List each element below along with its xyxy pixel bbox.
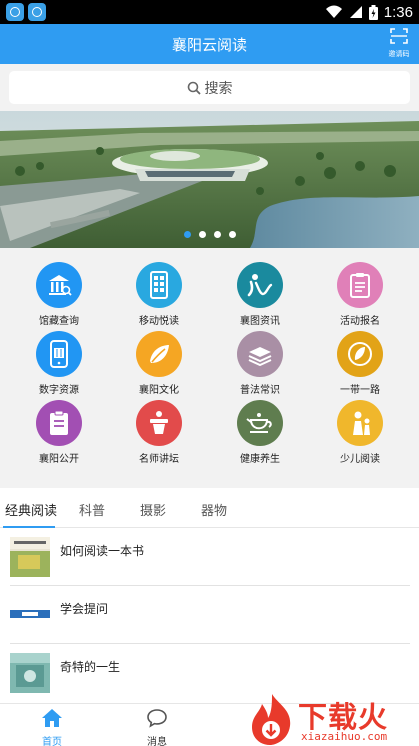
grid-item-legal-knowledge[interactable]: 普法常识 — [210, 331, 310, 396]
scan-label: 邀请码 — [388, 50, 410, 58]
tab-photography[interactable]: 摄影 — [140, 500, 166, 519]
culture-leaf-icon — [136, 331, 182, 377]
list-item[interactable]: 学会提问 — [0, 586, 419, 644]
app-bar: 襄阳云阅读 邀请码 — [0, 24, 419, 64]
grid-item-label: 移动悦读 — [139, 316, 179, 327]
category-tabs: 经典阅读 科普 摄影 器物 — [0, 488, 419, 528]
scan-icon — [390, 28, 408, 44]
list-item-title: 如何阅读一本书 — [60, 544, 145, 558]
function-grid: 馆藏查询 移动悦读 襄图资讯 活动报名 数字资源 襄阳文化 普法常识 一带一路 … — [0, 248, 419, 478]
clipboard-icon — [337, 262, 383, 308]
signal-icon — [349, 6, 362, 18]
battery-icon — [368, 4, 378, 20]
watermark-url: xiazaihuo.com — [301, 730, 388, 743]
book-cover — [10, 653, 50, 693]
nav-home[interactable]: 首页 — [22, 708, 82, 746]
grid-item-xiangyang-culture[interactable]: 襄阳文化 — [109, 331, 209, 396]
grid-item-mobile-reading[interactable]: 移动悦读 — [109, 262, 209, 327]
mobile-reader-icon — [136, 262, 182, 308]
carousel-dot[interactable] — [213, 231, 221, 238]
search-icon — [187, 81, 201, 95]
carousel-dots — [0, 231, 419, 238]
phone-resource-icon — [36, 331, 82, 377]
nav-label: 首页 — [42, 737, 62, 746]
grid-item-collection-search[interactable]: 馆藏查询 — [9, 262, 109, 327]
tab-classic-reading[interactable]: 经典阅读 — [5, 500, 57, 519]
book-stack-icon — [237, 331, 283, 377]
grid-item-belt-and-road[interactable]: 一带一路 — [310, 331, 410, 396]
grid-item-label: 襄阳文化 — [139, 385, 179, 396]
search-placeholder: 搜索 — [204, 80, 233, 97]
grid-item-label: 名师讲坛 — [139, 454, 179, 465]
search-bar: 搜索 — [0, 64, 419, 111]
grid-item-label: 一带一路 — [340, 385, 380, 396]
flame-logo-icon — [252, 694, 291, 745]
scan-button[interactable]: 邀请码 — [387, 28, 411, 59]
notification-app-icon-2 — [28, 3, 46, 21]
teapot-icon — [237, 400, 283, 446]
carousel-dot[interactable] — [198, 231, 206, 238]
grid-item-children-reading[interactable]: 少儿阅读 — [310, 400, 410, 465]
home-icon — [42, 709, 62, 727]
status-time: 1:36 — [383, 3, 413, 21]
grid-item-library-news[interactable]: 襄图资讯 — [210, 262, 310, 327]
list-item[interactable]: 如何阅读一本书 — [0, 528, 419, 586]
grid-item-label: 馆藏查询 — [39, 316, 79, 327]
grid-item-label: 数字资源 — [39, 385, 79, 396]
status-bar: 1:36 — [0, 0, 419, 24]
list-item-title: 奇特的一生 — [60, 660, 121, 674]
book-list: 如何阅读一本书 学会提问 奇特的一生 — [0, 528, 419, 703]
grid-item-label: 少儿阅读 — [340, 454, 380, 465]
library-building-icon — [36, 262, 82, 308]
grid-item-label: 活动报名 — [340, 316, 380, 327]
tab-artifacts[interactable]: 器物 — [201, 500, 227, 519]
tab-popular-science[interactable]: 科普 — [79, 500, 105, 519]
carousel-dot[interactable] — [228, 231, 236, 238]
list-item-title: 学会提问 — [60, 602, 109, 616]
notification-app-icon — [6, 3, 24, 21]
watermark-logo: 下载火 xiazaihuo.com — [248, 692, 419, 746]
book-cover — [10, 595, 50, 635]
grid-item-event-signup[interactable]: 活动报名 — [310, 262, 410, 327]
children-icon — [337, 400, 383, 446]
grid-item-label: 健康养生 — [240, 454, 280, 465]
grid-item-digital-resources[interactable]: 数字资源 — [9, 331, 109, 396]
book-cover — [10, 537, 50, 577]
grid-item-lecture-forum[interactable]: 名师讲坛 — [109, 400, 209, 465]
grid-item-label: 普法常识 — [240, 385, 280, 396]
search-input[interactable]: 搜索 — [9, 71, 410, 104]
grid-item-xiangyang-public[interactable]: 襄阳公开 — [9, 400, 109, 465]
grid-item-label: 襄图资讯 — [240, 316, 280, 327]
nav-messages[interactable]: 消息 — [127, 708, 187, 746]
lectern-icon — [136, 400, 182, 446]
notice-icon — [36, 400, 82, 446]
news-icon — [237, 262, 283, 308]
grid-item-label: 襄阳公开 — [39, 454, 79, 465]
banner-image — [0, 111, 419, 248]
belt-road-icon — [337, 331, 383, 377]
carousel-dot[interactable] — [183, 231, 191, 238]
wifi-icon — [325, 5, 342, 18]
banner-carousel[interactable] — [0, 111, 419, 248]
grid-item-health[interactable]: 健康养生 — [210, 400, 310, 465]
message-icon — [147, 709, 167, 728]
nav-label: 消息 — [147, 737, 167, 746]
page-title: 襄阳云阅读 — [171, 36, 247, 54]
